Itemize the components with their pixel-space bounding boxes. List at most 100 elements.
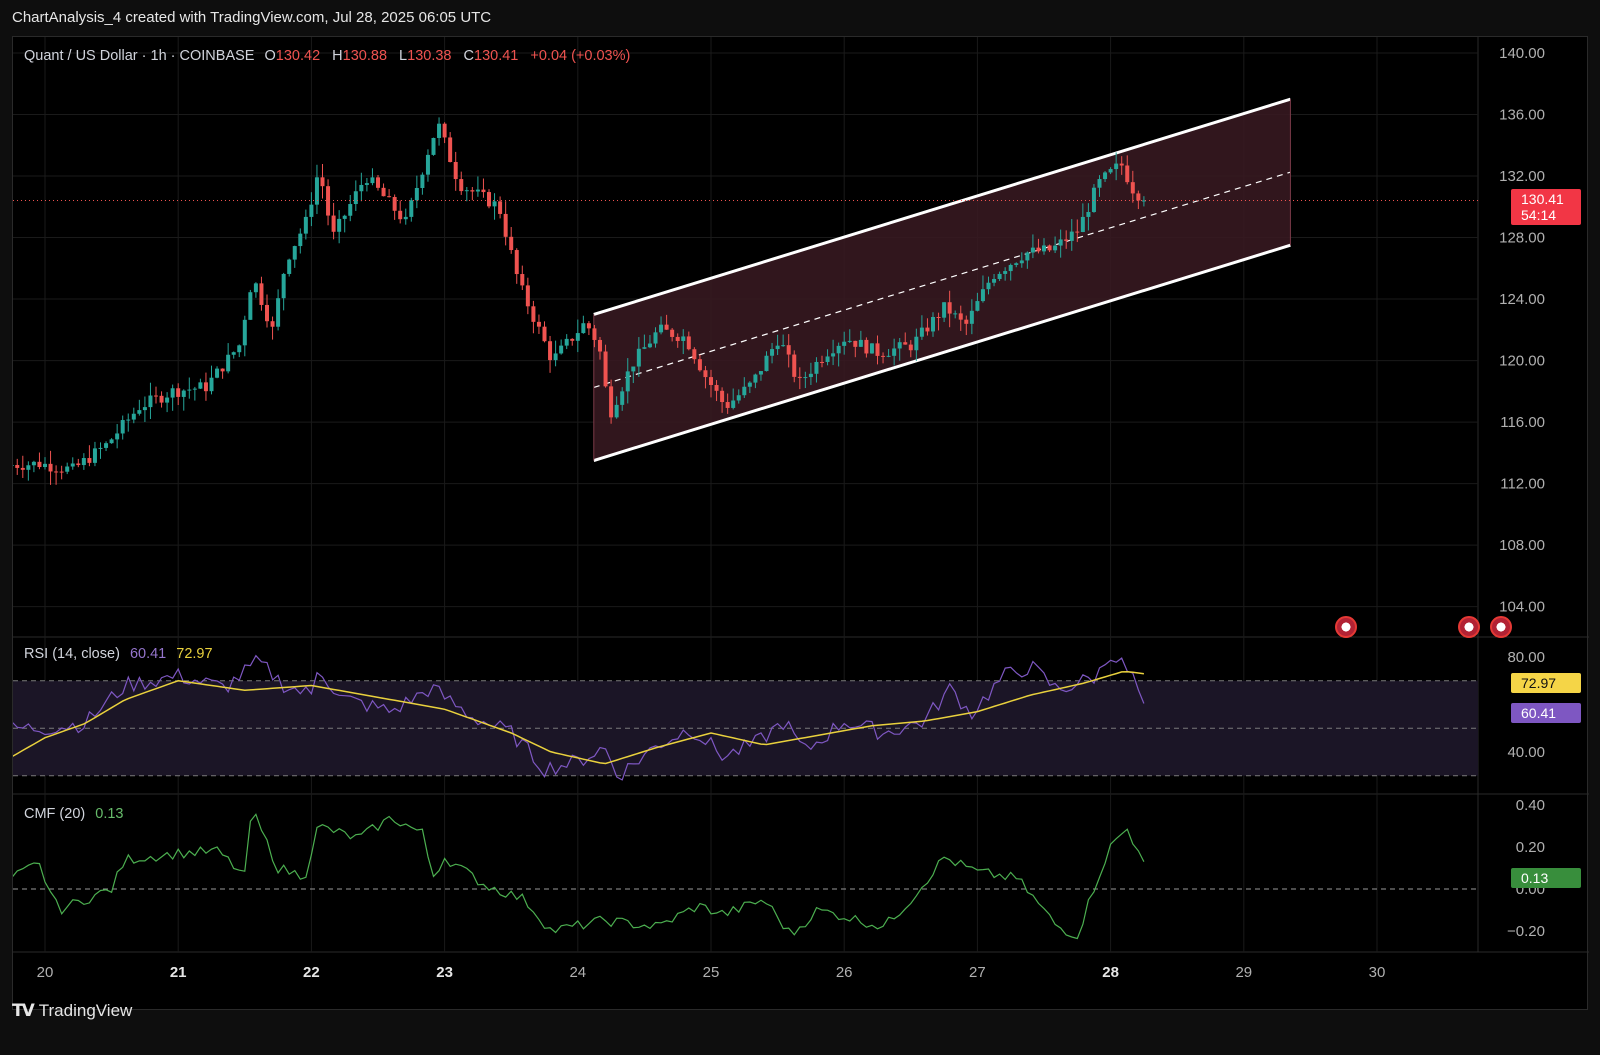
y-tick-label: 108.00 (1499, 537, 1545, 554)
cmf-label[interactable]: CMF (20) (24, 806, 85, 822)
candle-body (686, 336, 691, 350)
symbol-name[interactable]: Quant / US Dollar · 1h · COINBASE (24, 48, 254, 64)
candle-body (803, 377, 808, 379)
rsi-legend[interactable]: RSI (14, close) 60.41 72.97 (24, 646, 213, 662)
chart-canvas[interactable]: 20 21 22 23 24 25 26 27 28 29 30 140.00 136.00 132.00… (13, 37, 1589, 1011)
candle-body (714, 385, 719, 391)
candle-body (1030, 247, 1035, 253)
candle-body (586, 323, 591, 329)
candle-body (409, 200, 414, 217)
rsi-label[interactable]: RSI (14, close) (24, 646, 120, 662)
candle-body (320, 177, 325, 187)
candle-body (736, 395, 741, 401)
candle-body (614, 404, 619, 418)
candle-body (331, 215, 336, 232)
candle-body (120, 420, 125, 434)
candle-body (659, 324, 664, 333)
candle-body (364, 183, 369, 185)
candle-body (215, 368, 220, 378)
candle-body (203, 382, 208, 392)
us-flag-icon[interactable] (1458, 616, 1480, 638)
candle-body (353, 191, 358, 205)
candle-body (1114, 163, 1119, 170)
candle-body (131, 413, 136, 420)
candle-body (647, 343, 652, 348)
candle-body (87, 458, 92, 463)
candle-body (381, 187, 386, 197)
candle-body (170, 388, 175, 398)
candle-body (492, 201, 497, 207)
candle-body (869, 343, 874, 354)
candle-body (675, 336, 680, 341)
candle-body (709, 377, 713, 386)
symbol-legend[interactable]: Quant / US Dollar · 1h · COINBASE O130.4… (24, 48, 630, 64)
candle-body (59, 471, 64, 473)
candle-body (720, 390, 725, 403)
candle-body (786, 345, 791, 355)
candle-body (431, 137, 436, 155)
rsi-value: 60.41 (129, 646, 167, 662)
cmf-line (13, 813, 1145, 940)
candle-body (148, 395, 153, 408)
candle-body (692, 349, 697, 360)
us-flag-icon[interactable] (1335, 616, 1357, 638)
candle-body (775, 345, 780, 350)
y-tick-label: 132.00 (1499, 168, 1545, 185)
candle-body (20, 467, 25, 470)
candle-body (792, 354, 797, 377)
candle-body (842, 341, 847, 346)
candle-body (892, 348, 897, 356)
candle-body (697, 359, 702, 371)
candle-body (764, 355, 769, 372)
candle-body (137, 410, 142, 414)
y-tick-label: 120.00 (1499, 353, 1545, 370)
candle-body (298, 233, 303, 247)
y-tick-label: 116.00 (1500, 414, 1545, 431)
rsi-tick-label: 80.00 (1507, 649, 1545, 666)
tradingview-logo[interactable]: 𝗧𝗩 TradingView (12, 1001, 132, 1021)
x-tick-label: 28 (1102, 964, 1119, 981)
candle-body (653, 332, 658, 344)
candle-body (26, 465, 31, 470)
candle-body (1008, 264, 1013, 272)
candle-body (387, 196, 392, 198)
candle-body (1058, 239, 1063, 246)
cmf-tick-label: 0.20 (1516, 839, 1545, 856)
candle-body (448, 137, 453, 163)
candle-body (564, 338, 569, 346)
candle-body (437, 123, 442, 138)
candle-body (609, 386, 614, 418)
candle-body (142, 407, 147, 411)
candle-body (903, 342, 908, 345)
cmf-legend[interactable]: CMF (20) 0.13 (24, 806, 124, 822)
candle-body (109, 439, 114, 444)
y-tick-label: 104.00 (1499, 599, 1545, 616)
candle-body (953, 313, 958, 315)
x-tick-label: 24 (569, 964, 586, 981)
cmf-tick-label: 0.40 (1516, 797, 1545, 814)
candle-body (525, 285, 530, 307)
candle-body (392, 197, 397, 211)
candle-body (314, 177, 319, 205)
candle-body (575, 333, 580, 341)
rsi-ma-value: 72.97 (176, 646, 213, 662)
candle-body (919, 327, 924, 337)
candle-body (181, 390, 186, 397)
candle-body (703, 370, 708, 378)
candle-body (359, 184, 364, 192)
candle-body (681, 336, 686, 341)
candle-body (975, 301, 980, 311)
x-tick-label: 21 (170, 964, 187, 981)
us-flag-icon[interactable] (1490, 616, 1512, 638)
candle-body (725, 402, 730, 408)
candle-body (980, 289, 985, 302)
candle-body (758, 371, 763, 375)
high-value: 130.88 (342, 48, 388, 64)
candle-body (664, 324, 669, 330)
chart-area[interactable]: 20 21 22 23 24 25 26 27 28 29 30 140.00 136.00 132.00… (12, 36, 1589, 1011)
candle-body (753, 374, 758, 383)
candle-body (947, 302, 952, 314)
candle-body (886, 355, 891, 357)
candle-body (48, 463, 53, 472)
candle-body (1125, 165, 1130, 183)
